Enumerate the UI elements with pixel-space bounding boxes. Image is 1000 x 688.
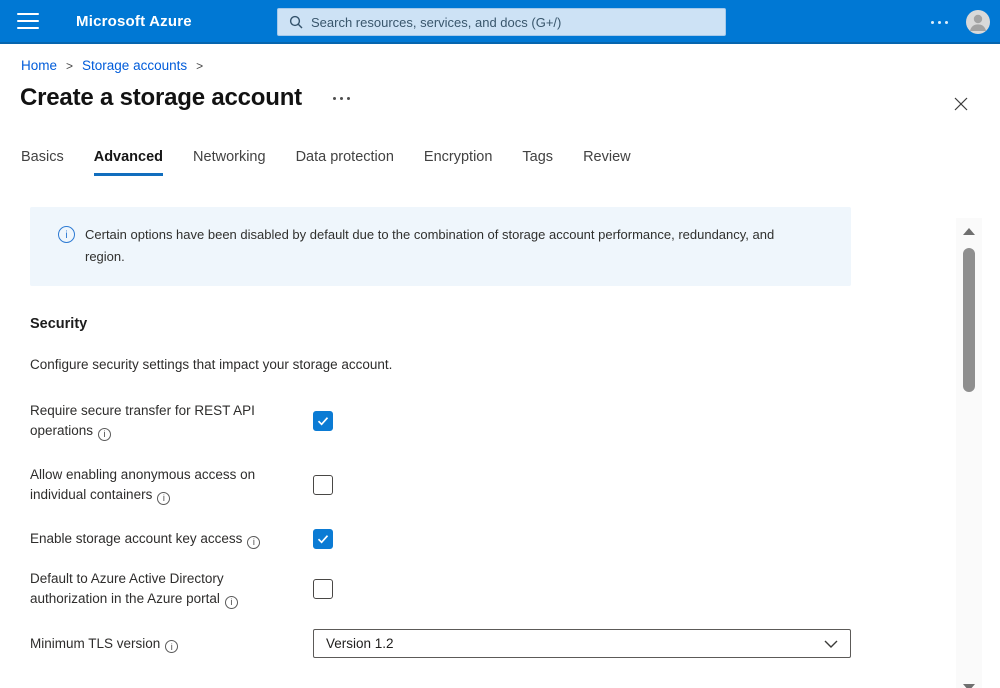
field-label: Enable storage account key accessi: [30, 529, 313, 549]
scrollbar-thumb[interactable]: [963, 248, 975, 392]
hamburger-menu-icon[interactable]: [17, 13, 39, 29]
tab-basics[interactable]: Basics: [21, 149, 64, 176]
tab-encryption[interactable]: Encryption: [424, 149, 493, 176]
close-blade-button[interactable]: [952, 95, 970, 113]
global-search[interactable]: [277, 8, 726, 36]
field-key-access: Enable storage account key accessi: [30, 529, 1000, 549]
top-bar: Microsoft Azure: [0, 0, 1000, 44]
chevron-down-icon: [824, 640, 838, 648]
info-tooltip-icon[interactable]: i: [225, 596, 238, 609]
search-input[interactable]: [311, 9, 725, 35]
tab-networking[interactable]: Networking: [193, 149, 266, 176]
checkbox-require-secure-transfer[interactable]: [313, 411, 333, 431]
breadcrumb-separator: >: [196, 59, 203, 73]
field-aad-authorization: Default to Azure Active Directory author…: [30, 569, 1000, 609]
info-banner-text: Certain options have been disabled by de…: [85, 224, 807, 268]
avatar[interactable]: [966, 10, 990, 34]
checkbox-key-access[interactable]: [313, 529, 333, 549]
breadcrumb-separator: >: [66, 59, 73, 73]
title-more-icon[interactable]: [333, 97, 350, 100]
vertical-scrollbar: [956, 218, 982, 688]
brand-title: Microsoft Azure: [76, 13, 192, 30]
field-minimum-tls-version: Minimum TLS versioni Version 1.2: [30, 629, 1000, 658]
checkmark-icon: [317, 534, 329, 544]
scroll-down-arrow-icon[interactable]: [963, 684, 975, 688]
breadcrumb-home[interactable]: Home: [21, 58, 57, 73]
breadcrumb-storage-accounts[interactable]: Storage accounts: [82, 58, 187, 73]
checkmark-icon: [317, 416, 329, 426]
info-tooltip-icon[interactable]: i: [157, 492, 170, 505]
page-title: Create a storage account: [20, 84, 302, 112]
field-label: Allow enabling anonymous access on indiv…: [30, 465, 313, 505]
section-heading-security: Security: [30, 316, 1000, 332]
field-anonymous-access: Allow enabling anonymous access on indiv…: [30, 465, 1000, 505]
tls-version-select[interactable]: Version 1.2: [313, 629, 851, 658]
tab-data-protection[interactable]: Data protection: [296, 149, 394, 176]
info-tooltip-icon[interactable]: i: [247, 536, 260, 549]
search-icon: [289, 15, 303, 29]
info-icon: i: [58, 226, 75, 243]
field-label: Require secure transfer for REST API ope…: [30, 401, 313, 441]
title-row: Create a storage account: [20, 84, 1000, 112]
info-tooltip-icon[interactable]: i: [165, 640, 178, 653]
close-icon: [954, 97, 968, 111]
scroll-up-arrow-icon[interactable]: [963, 228, 975, 235]
field-label: Minimum TLS versioni: [30, 634, 313, 654]
tab-advanced[interactable]: Advanced: [94, 149, 163, 176]
info-tooltip-icon[interactable]: i: [98, 428, 111, 441]
azure-portal-window: Microsoft Azure Home > Storage accounts …: [0, 0, 1000, 688]
field-require-secure-transfer: Require secure transfer for REST API ope…: [30, 401, 1000, 441]
checkbox-aad-authorization[interactable]: [313, 579, 333, 599]
person-icon: [966, 10, 990, 34]
checkbox-anonymous-access[interactable]: [313, 475, 333, 495]
security-form: Require secure transfer for REST API ope…: [30, 401, 1000, 658]
topbar-more-icon[interactable]: [931, 21, 948, 24]
field-label: Default to Azure Active Directory author…: [30, 569, 313, 609]
section-description: Configure security settings that impact …: [30, 357, 1000, 372]
tab-review[interactable]: Review: [583, 149, 631, 176]
tab-tags[interactable]: Tags: [522, 149, 553, 176]
info-banner: i Certain options have been disabled by …: [30, 207, 851, 286]
tab-bar: Basics Advanced Networking Data protecti…: [21, 149, 1000, 176]
breadcrumb: Home > Storage accounts >: [21, 58, 1000, 73]
tls-version-value: Version 1.2: [326, 636, 394, 651]
